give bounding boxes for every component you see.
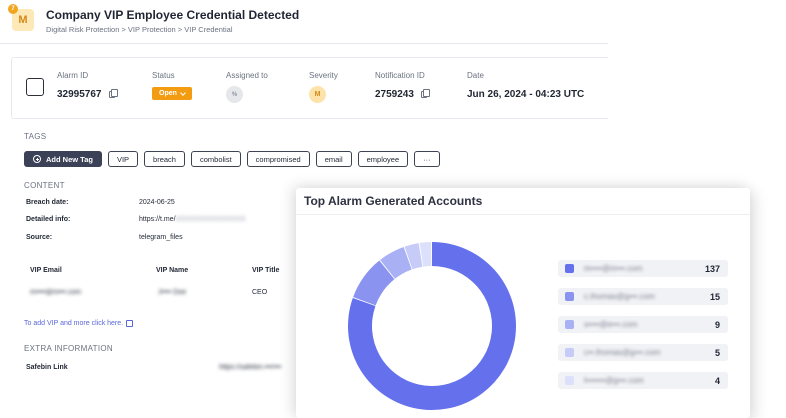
legend-swatch: [565, 264, 574, 273]
legend-item[interactable]: s••••@e•••.com 9: [558, 316, 728, 333]
breach-date-value: 2024-06-25: [139, 199, 175, 206]
legend-label: l•••••••@g•••.com: [584, 376, 644, 385]
alarm-id-field: Alarm ID 32995767: [57, 71, 118, 100]
assigned-field: Assigned to %: [226, 71, 268, 103]
vip-name-header: VIP Name: [156, 267, 189, 274]
select-checkbox[interactable]: [26, 78, 44, 96]
date-field: Date Jun 26, 2024 - 04:23 UTC: [467, 71, 584, 100]
status-label: Status: [152, 71, 175, 80]
more-tags-button[interactable]: ···: [414, 151, 440, 167]
safebin-value[interactable]: https://safebin.•••/•••: [219, 364, 281, 371]
detailed-info-label: Detailed info:: [26, 216, 71, 223]
page-title: Company VIP Employee Credential Detected: [46, 8, 300, 22]
alarm-id-value: 32995767: [57, 89, 102, 100]
legend-count: 137: [704, 264, 720, 274]
vip-email-value: m••••@m•••.com: [30, 289, 82, 296]
breadcrumb[interactable]: Digital Risk Protection > VIP Protection…: [46, 25, 232, 34]
assigned-label: Assigned to: [226, 71, 268, 80]
tag-breach[interactable]: breach: [144, 151, 185, 167]
vip-name-value: J•••• Doe: [158, 289, 187, 296]
notification-id-value: 2759243: [375, 89, 414, 100]
legend-label: c••.thomas@g•••.com: [584, 348, 661, 357]
status-dropdown[interactable]: Open: [152, 87, 192, 100]
legend-swatch: [565, 348, 574, 357]
badge-letter: M: [18, 14, 28, 26]
badge-count: 7: [8, 4, 18, 14]
alarm-id-label: Alarm ID: [57, 71, 89, 80]
severity-avatar: M: [309, 86, 326, 103]
chart-title: Top Alarm Generated Accounts: [304, 194, 483, 208]
date-value: Jun 26, 2024 - 04:23 UTC: [467, 89, 585, 100]
alarm-header: M 7 Company VIP Employee Credential Dete…: [0, 0, 608, 44]
legend-count: 9: [714, 320, 720, 330]
tag-email[interactable]: email: [315, 151, 352, 167]
tag-vip[interactable]: VIP: [107, 151, 139, 167]
vip-title-header: VIP Title: [252, 267, 280, 274]
legend-item[interactable]: c.thomas@g•••.com 15: [558, 288, 728, 305]
tag-list: Add New Tag VIP breach combolist comprom…: [24, 151, 440, 167]
copy-icon[interactable]: [108, 89, 118, 98]
source-value: telegram_files: [139, 234, 183, 241]
content-heading: CONTENT: [24, 181, 65, 190]
status-field: Status Open: [152, 71, 192, 100]
notification-label: Notification ID: [375, 71, 425, 80]
plus-icon: [33, 155, 41, 163]
external-link-icon: [126, 320, 134, 327]
date-label: Date: [467, 71, 484, 80]
detailed-info-redacted: XXXXXXXXXXXXXXX: [175, 216, 246, 223]
chevron-down-icon: [180, 89, 186, 96]
top-accounts-panel: Top Alarm Generated Accounts m••••@m•••.…: [296, 188, 750, 418]
add-vip-link-text: To add VIP and more click here.: [24, 320, 124, 327]
status-value: Open: [159, 90, 177, 97]
add-vip-link[interactable]: To add VIP and more click here.: [24, 320, 134, 327]
legend-label: m••••@m•••.com: [584, 264, 643, 273]
tag-combolist[interactable]: combolist: [190, 151, 241, 167]
legend-count: 4: [714, 376, 720, 386]
source-label: Source:: [26, 234, 53, 241]
legend-count: 5: [714, 348, 720, 358]
severity-label: Severity: [309, 71, 338, 80]
severity-badge: M 7: [8, 4, 34, 31]
legend-swatch: [565, 320, 574, 329]
legend-count: 15: [709, 292, 720, 302]
safebin-label: Safebin Link: [26, 364, 68, 371]
add-tag-label: Add New Tag: [46, 154, 93, 164]
severity-field: Severity M: [309, 71, 338, 103]
detailed-info-url: https://t.me/: [139, 216, 176, 223]
assignee-avatar[interactable]: %: [226, 86, 243, 103]
legend-item[interactable]: m••••@m•••.com 137: [558, 260, 728, 277]
donut-chart: [348, 242, 516, 410]
legend-label: c.thomas@g•••.com: [584, 292, 655, 301]
notification-field: Notification ID 2759243: [375, 71, 430, 100]
legend-item[interactable]: c••.thomas@g•••.com 5: [558, 344, 728, 361]
legend-swatch: [565, 292, 574, 301]
tag-compromised[interactable]: compromised: [246, 151, 310, 167]
add-tag-button[interactable]: Add New Tag: [24, 151, 102, 167]
legend-item[interactable]: l•••••••@g•••.com 4: [558, 372, 728, 389]
tags-heading: TAGS: [24, 132, 47, 141]
copy-icon[interactable]: [420, 89, 430, 98]
legend-swatch: [565, 376, 574, 385]
breach-date-label: Breach date:: [26, 199, 69, 206]
vip-email-header: VIP Email: [30, 267, 62, 274]
divider: [296, 214, 750, 215]
vip-title-value: CEO: [252, 289, 268, 296]
detailed-info-value[interactable]: https://t.me/XXXXXXXXXXXXXXX: [139, 216, 246, 223]
legend-label: s••••@e•••.com: [584, 320, 638, 329]
alarm-summary-card: Alarm ID 32995767 Status Open Assigned t…: [11, 57, 608, 119]
tag-employee[interactable]: employee: [357, 151, 409, 167]
extra-info-heading: EXTRA INFORMATION: [24, 344, 113, 353]
